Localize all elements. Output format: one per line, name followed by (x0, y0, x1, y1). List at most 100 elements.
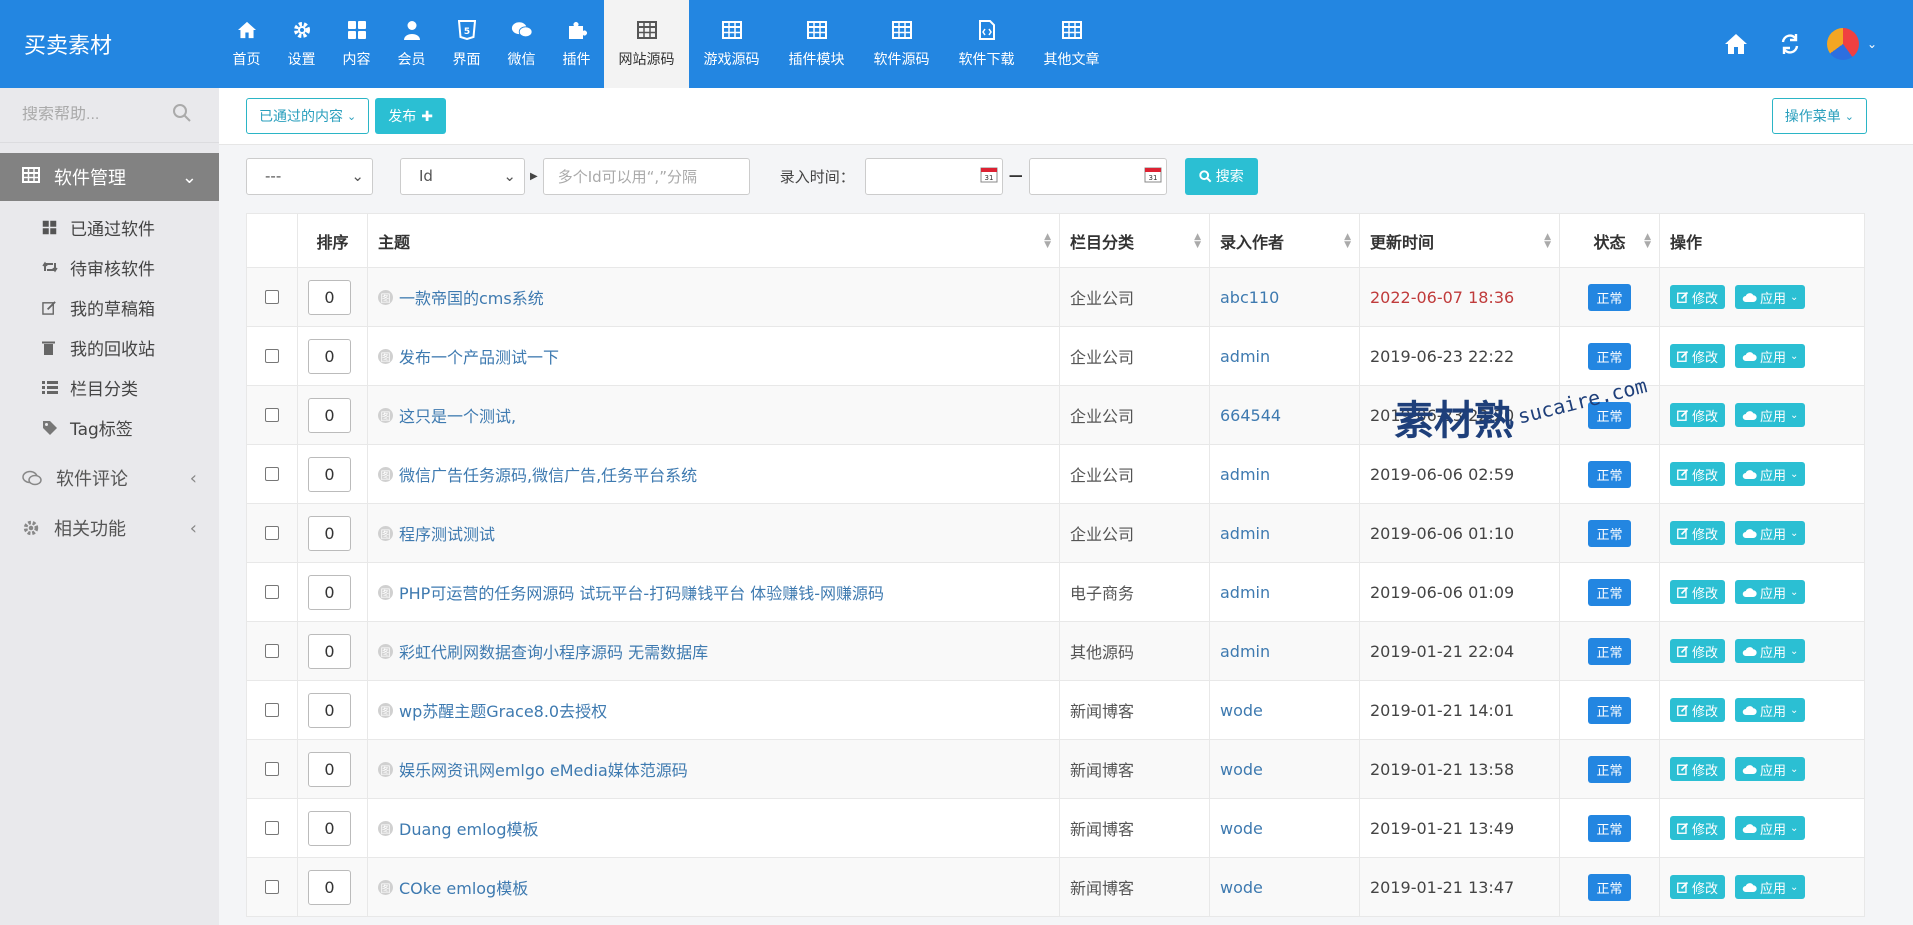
apply-dropdown-button[interactable]: 应用 ⌄ (1735, 875, 1806, 899)
status-badge[interactable]: 正常 (1588, 873, 1631, 901)
sort-icon[interactable]: ▲ ▼ (1044, 233, 1051, 250)
nav-item-4[interactable]: 5 界面 (439, 0, 494, 88)
category-cell[interactable]: 新闻博客 (1059, 798, 1210, 858)
edit-button[interactable]: 修改 (1670, 580, 1726, 604)
apply-dropdown-button[interactable]: 应用 ⌄ (1735, 816, 1806, 840)
sort-icon[interactable]: ▲ ▼ (1544, 233, 1551, 250)
order-input[interactable]: 0 (308, 515, 351, 551)
order-input[interactable]: 0 (308, 810, 351, 846)
nav-item-12[interactable]: 其他文章 (1029, 0, 1114, 88)
edit-button[interactable]: 修改 (1670, 698, 1726, 722)
edit-button[interactable]: 修改 (1670, 403, 1726, 427)
apply-dropdown-button[interactable]: 应用 ⌄ (1735, 757, 1806, 781)
sidebar-item-0[interactable]: 已通过软件 (0, 207, 219, 247)
col-header-order[interactable]: 排序 (297, 213, 368, 268)
ids-input[interactable]: 多个Id可以用“,”分隔 (542, 157, 750, 195)
title-link[interactable]: 图程序测试测试 (378, 521, 1049, 545)
order-input[interactable]: 0 (308, 869, 351, 905)
apply-dropdown-button[interactable]: 应用 ⌄ (1735, 344, 1806, 368)
apply-dropdown-button[interactable]: 应用 ⌄ (1735, 403, 1806, 427)
author-cell[interactable]: admin (1209, 326, 1360, 386)
status-badge[interactable]: 正常 (1588, 519, 1631, 547)
title-link[interactable]: 图 Duang emlog模板 (378, 816, 1049, 840)
author-cell[interactable]: admin (1209, 621, 1360, 681)
author-cell[interactable]: 664544 (1209, 385, 1360, 445)
title-link[interactable]: 图这只是一个测试, (378, 403, 1049, 427)
title-link[interactable]: 图 COke emlog模板 (378, 875, 1049, 899)
nav-item-6[interactable]: 插件 (549, 0, 604, 88)
home-icon[interactable] (1709, 33, 1763, 55)
author-cell[interactable]: wode (1209, 680, 1360, 740)
date-start-input[interactable]: 31 (864, 157, 1003, 195)
status-badge[interactable]: 正常 (1588, 460, 1631, 488)
apply-dropdown-button[interactable]: 应用 ⌄ (1735, 639, 1806, 663)
order-input[interactable]: 0 (308, 279, 351, 315)
author-cell[interactable]: admin (1209, 503, 1360, 563)
order-input[interactable]: 0 (308, 633, 351, 669)
publish-button[interactable]: 发布 ✚ (375, 98, 446, 134)
date-end-input[interactable]: 31 (1028, 157, 1167, 195)
apply-dropdown-button[interactable]: 应用 ⌄ (1735, 698, 1806, 722)
title-link[interactable]: 图一款帝国的cms系统 (378, 285, 1049, 309)
nav-item-5[interactable]: 微信 (494, 0, 549, 88)
row-checkbox[interactable] (265, 526, 279, 540)
category-cell[interactable]: 企业公司 (1059, 267, 1210, 327)
category-cell[interactable]: 电子商务 (1059, 562, 1210, 622)
row-checkbox[interactable] (265, 762, 279, 776)
col-header-time[interactable]: 更新时间 ▲ ▼ (1359, 213, 1560, 268)
brand-title[interactable]: 买卖素材 (0, 28, 219, 60)
nav-item-1[interactable]: 设置 (274, 0, 329, 88)
sidebar-group-0[interactable]: 软件评论 ‹ (0, 453, 219, 503)
status-badge[interactable]: 正常 (1588, 342, 1631, 370)
edit-button[interactable]: 修改 (1670, 875, 1726, 899)
row-checkbox[interactable] (265, 467, 279, 481)
nav-item-3[interactable]: 会员 (384, 0, 439, 88)
row-checkbox[interactable] (265, 585, 279, 599)
category-cell[interactable]: 新闻博客 (1059, 857, 1210, 917)
nav-item-11[interactable]: 软件下载 (944, 0, 1029, 88)
col-header-status[interactable]: 状态 ▲ ▼ (1559, 213, 1660, 268)
search-icon[interactable] (172, 103, 192, 127)
operation-menu-button[interactable]: 操作菜单 ⌄ (1771, 98, 1867, 134)
sidebar-item-3[interactable]: 我的回收站 (0, 327, 219, 367)
apply-dropdown-button[interactable]: 应用 ⌄ (1735, 580, 1806, 604)
edit-button[interactable]: 修改 (1670, 757, 1726, 781)
col-header-title[interactable]: 主题 ▲ ▼ (367, 213, 1060, 268)
author-cell[interactable]: wode (1209, 798, 1360, 858)
title-link[interactable]: 图发布一个产品测试一下 (378, 344, 1049, 368)
filter-select-primary[interactable]: --- ⌄ (246, 157, 373, 195)
order-input[interactable]: 0 (308, 338, 351, 374)
calendar-icon[interactable]: 31 (980, 165, 998, 187)
col-header-category[interactable]: 栏目分类 ▲ ▼ (1059, 213, 1210, 268)
sort-icon[interactable]: ▲ ▼ (1194, 233, 1201, 250)
status-badge[interactable]: 正常 (1588, 637, 1631, 665)
row-checkbox[interactable] (265, 703, 279, 717)
category-cell[interactable]: 新闻博客 (1059, 739, 1210, 799)
status-badge[interactable]: 正常 (1588, 283, 1631, 311)
nav-item-7[interactable]: 网站源码 (604, 0, 689, 88)
title-link[interactable]: 图微信广告任务源码,微信广告,任务平台系统 (378, 462, 1049, 486)
edit-button[interactable]: 修改 (1670, 521, 1726, 545)
edit-button[interactable]: 修改 (1670, 285, 1726, 309)
sidebar-item-2[interactable]: 我的草稿箱 (0, 287, 219, 327)
col-header-author[interactable]: 录入作者 ▲ ▼ (1209, 213, 1360, 268)
title-link[interactable]: 图 wp苏醒主题Grace8.0去授权 (378, 698, 1049, 722)
refresh-icon[interactable] (1763, 33, 1817, 55)
content-filter-dropdown[interactable]: 已通过的内容 ⌄ (246, 98, 370, 134)
status-badge[interactable]: 正常 (1588, 578, 1631, 606)
apply-dropdown-button[interactable]: 应用 ⌄ (1735, 285, 1806, 309)
search-input[interactable] (22, 106, 172, 124)
sidebar-item-5[interactable]: Tag标签 (0, 407, 219, 447)
nav-item-10[interactable]: 软件源码 (859, 0, 944, 88)
author-cell[interactable]: admin (1209, 562, 1360, 622)
edit-button[interactable]: 修改 (1670, 816, 1726, 840)
row-checkbox[interactable] (265, 821, 279, 835)
category-cell[interactable]: 其他源码 (1059, 621, 1210, 681)
order-input[interactable]: 0 (308, 692, 351, 728)
sort-icon[interactable]: ▲ ▼ (1344, 233, 1351, 250)
author-cell[interactable]: wode (1209, 857, 1360, 917)
sidebar-group-1[interactable]: 相关功能 ‹ (0, 503, 219, 553)
title-link[interactable]: 图 PHP可运营的任务网源码 试玩平台-打码赚钱平台 体验赚钱-网赚源码 (378, 580, 1049, 604)
row-checkbox[interactable] (265, 880, 279, 894)
nav-item-9[interactable]: 插件模块 (774, 0, 859, 88)
